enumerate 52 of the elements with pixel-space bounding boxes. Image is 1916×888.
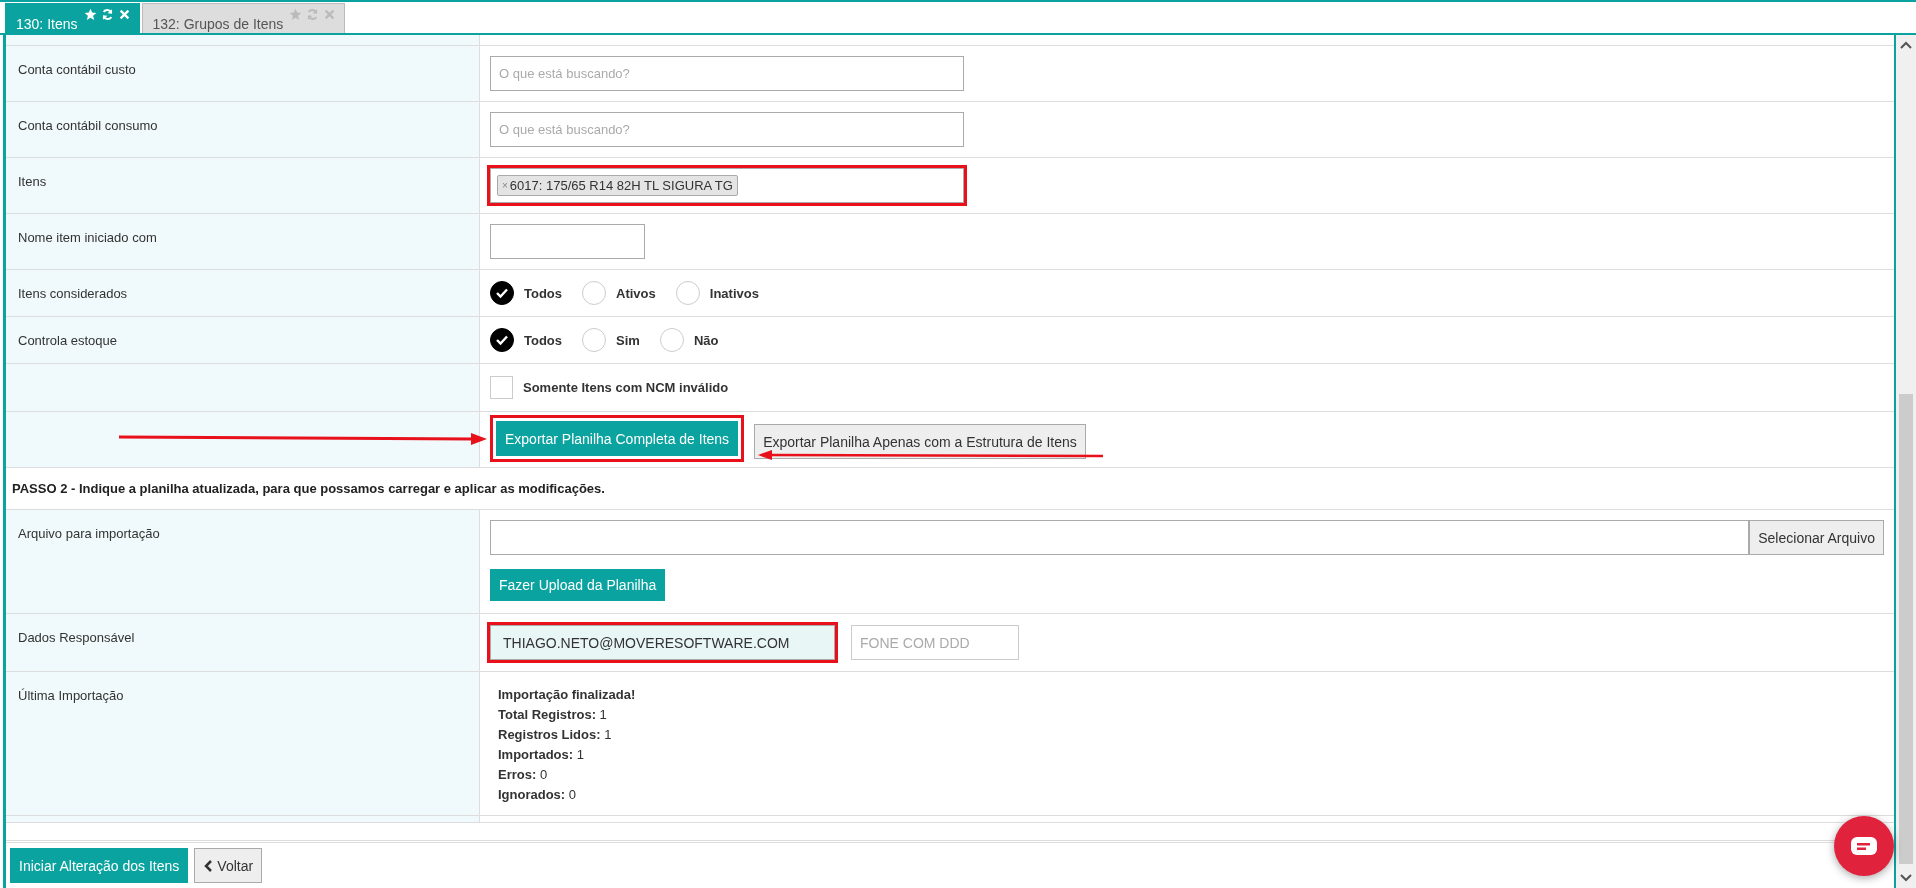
radio-label: Não [693,332,719,348]
radio-label: Inativos [709,285,759,301]
star-icon[interactable] [83,8,97,21]
radio-label: Sim [616,332,640,348]
start-button[interactable]: Iniciar Alteração dos Itens [10,848,189,883]
field-label: Controla estoque [18,333,117,348]
tab[interactable]: 132: Grupos de Itens [141,3,346,33]
select-file-button[interactable]: Selecionar Arquivo [1749,520,1884,555]
scrollbar[interactable] [1896,35,1916,888]
result-line: Importados: 1 [498,746,585,763]
result-line: Importação finalizada! [498,686,636,703]
email-field[interactable]: THIAGO.NETO@MOVERESOFTWARE.COM [490,625,835,660]
section-heading: PASSO 2 - Indique a planilha atualizada, para que possamos carregar e aplicar as modificações. [11,480,606,498]
field-label: Dados Responsável [18,630,135,645]
export-button[interactable]: Exportar Planilha Apenas com a Estrutura de Itens [754,424,1086,459]
upload-button[interactable]: Fazer Upload da Planilha [490,569,666,601]
tab[interactable]: 130: Itens [5,3,140,33]
check-icon [495,286,509,300]
field-label: Itens considerados [18,286,128,301]
scroll-thumb[interactable] [1899,394,1913,864]
close-icon[interactable] [323,8,337,21]
field-label: Nome item iniciado com [18,230,157,245]
field-label: Conta contábil consumo [18,118,158,133]
refresh-icon[interactable] [306,8,320,21]
radio-button[interactable] [490,281,514,305]
back-button[interactable]: Voltar [194,848,263,883]
radio-button[interactable] [490,328,514,352]
input-field[interactable] [490,224,645,259]
result-line: Registros Lidos: 1 [498,726,613,743]
result-line: Erros: 0 [498,766,549,783]
field-label: Conta contábil custo [18,62,136,77]
chat-button[interactable] [1834,816,1894,876]
check-icon [495,333,509,347]
field-label: Arquivo para importação [18,526,160,541]
radio-label: Ativos [616,285,656,301]
result-line: Ignorados: 0 [498,786,577,803]
checkbox[interactable] [490,376,513,399]
export-button[interactable]: Exportar Planilha Completa de Itens [496,421,739,456]
checkbox-label: Somente Itens com NCM inválido [523,380,729,395]
star-icon[interactable] [289,8,303,21]
refresh-icon[interactable] [100,8,114,21]
result-line: Total Registros: 1 [498,706,608,723]
close-icon[interactable] [117,8,131,21]
items-field[interactable]: ×6017: 175/65 R14 82H TL SIGURA TG [490,168,964,203]
file-field[interactable] [490,520,1750,555]
chat-icon [1851,837,1877,855]
item-tag[interactable]: ×6017: 175/65 R14 82H TL SIGURA TG [497,175,738,196]
radio-label: Todos [524,285,563,301]
field-label: Última Importação [18,688,124,703]
chevron-left-icon [203,859,214,872]
radio-label: Todos [524,332,563,348]
field-label: Itens [18,174,47,189]
